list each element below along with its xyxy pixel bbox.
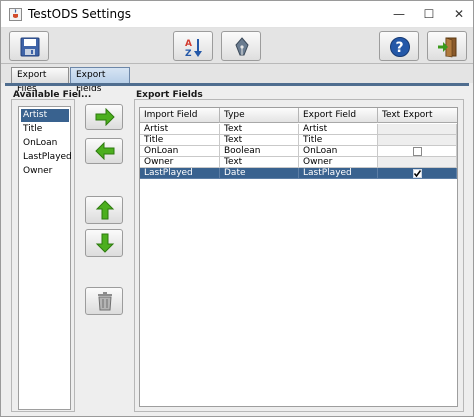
arrow-left-icon (95, 142, 115, 160)
table-row-selected[interactable]: LastPlayed Date LastPlayed (140, 168, 457, 179)
tab-export-fields[interactable]: Export Fields (70, 67, 130, 94)
available-fields-title: Available Fiel... (13, 90, 92, 100)
help-icon: ? (390, 37, 410, 57)
tab-content-border (5, 83, 469, 86)
save-button[interactable] (9, 31, 49, 61)
minimize-button[interactable]: — (385, 3, 413, 25)
exit-door-icon (438, 37, 457, 58)
exit-button[interactable] (427, 31, 467, 61)
cell-export-field[interactable]: Title (299, 135, 378, 146)
available-fields-list[interactable]: Artist Title OnLoan LastPlayed Owner (18, 106, 72, 410)
sort-az-icon: A Z (185, 39, 202, 58)
help-button[interactable]: ? (379, 31, 419, 61)
list-item-artist[interactable]: Artist (21, 109, 69, 122)
svg-text:?: ? (396, 40, 404, 56)
cell-import-field[interactable]: Owner (140, 157, 220, 168)
cell-import-field[interactable]: Title (140, 135, 220, 146)
column-header-export-field[interactable]: Export Field (299, 108, 378, 123)
cell-text-export (378, 124, 457, 135)
list-item-onloan[interactable]: OnLoan (21, 137, 69, 150)
move-up-button[interactable] (85, 196, 123, 224)
cell-export-field[interactable]: OnLoan (299, 146, 378, 157)
list-item-lastplayed[interactable]: LastPlayed (21, 151, 72, 164)
svg-text:Z: Z (185, 49, 192, 58)
cell-export-field[interactable]: Artist (299, 124, 378, 135)
text-export-checkbox[interactable] (413, 147, 422, 156)
settings-window: TestODS Settings — ☐ ✕ A Z ? Export File… (0, 0, 474, 417)
cell-text-export (378, 157, 457, 168)
cell-export-field[interactable]: Owner (299, 157, 378, 168)
table-row[interactable]: Title Text Title (140, 135, 457, 146)
column-header-type[interactable]: Type (220, 108, 299, 123)
title-bar: TestODS Settings — ☐ ✕ (1, 1, 473, 28)
list-item-owner[interactable]: Owner (21, 165, 69, 178)
cell-text-export (378, 135, 457, 146)
tab-strip: Export Files Export Fields (1, 64, 473, 94)
cell-type[interactable]: Boolean (220, 146, 299, 157)
text-export-checkbox-checked[interactable] (413, 169, 422, 178)
arrow-up-icon (95, 200, 115, 220)
cell-type[interactable]: Date (220, 168, 299, 179)
table-row[interactable]: Artist Text Artist (140, 124, 457, 135)
move-down-button[interactable] (85, 229, 123, 257)
trash-icon (98, 292, 112, 311)
remove-field-button[interactable] (85, 138, 123, 164)
arrow-right-icon (95, 108, 115, 126)
cell-export-field[interactable]: LastPlayed (299, 168, 378, 179)
save-icon (20, 37, 40, 57)
cell-text-export (378, 146, 457, 157)
export-fields-table: Import Field Type Export Field Text Expo… (139, 107, 458, 407)
java-app-icon (9, 8, 22, 21)
maximize-button[interactable]: ☐ (415, 3, 443, 25)
column-header-import-field[interactable]: Import Field (140, 108, 220, 123)
delete-field-button[interactable] (85, 287, 123, 315)
arrow-down-icon (95, 233, 115, 253)
svg-text:A: A (185, 39, 192, 49)
column-header-text-export[interactable]: Text Export (378, 108, 457, 123)
cell-type[interactable]: Text (220, 157, 299, 168)
list-item-title[interactable]: Title (21, 123, 69, 136)
table-row[interactable]: OnLoan Boolean OnLoan (140, 146, 457, 157)
checkmark-icon (413, 170, 422, 178)
cell-text-export (378, 168, 457, 179)
pen-nib-icon (235, 37, 249, 56)
cell-import-field[interactable]: LastPlayed (140, 168, 220, 179)
cell-type[interactable]: Text (220, 135, 299, 146)
toolbar: A Z ? (1, 28, 473, 64)
tab-export-files[interactable]: Export Files (11, 67, 69, 94)
cell-type[interactable]: Text (220, 124, 299, 135)
add-field-button[interactable] (85, 104, 123, 130)
table-header: Import Field Type Export Field Text Expo… (140, 108, 457, 123)
edit-button[interactable] (221, 31, 261, 61)
cell-import-field[interactable]: Artist (140, 124, 220, 135)
sort-fields-button[interactable]: A Z (173, 31, 213, 61)
table-row[interactable]: Owner Text Owner (140, 157, 457, 168)
close-button[interactable]: ✕ (445, 3, 473, 25)
window-title: TestODS Settings (28, 7, 131, 21)
cell-import-field[interactable]: OnLoan (140, 146, 220, 157)
export-fields-title: Export Fields (136, 90, 203, 100)
